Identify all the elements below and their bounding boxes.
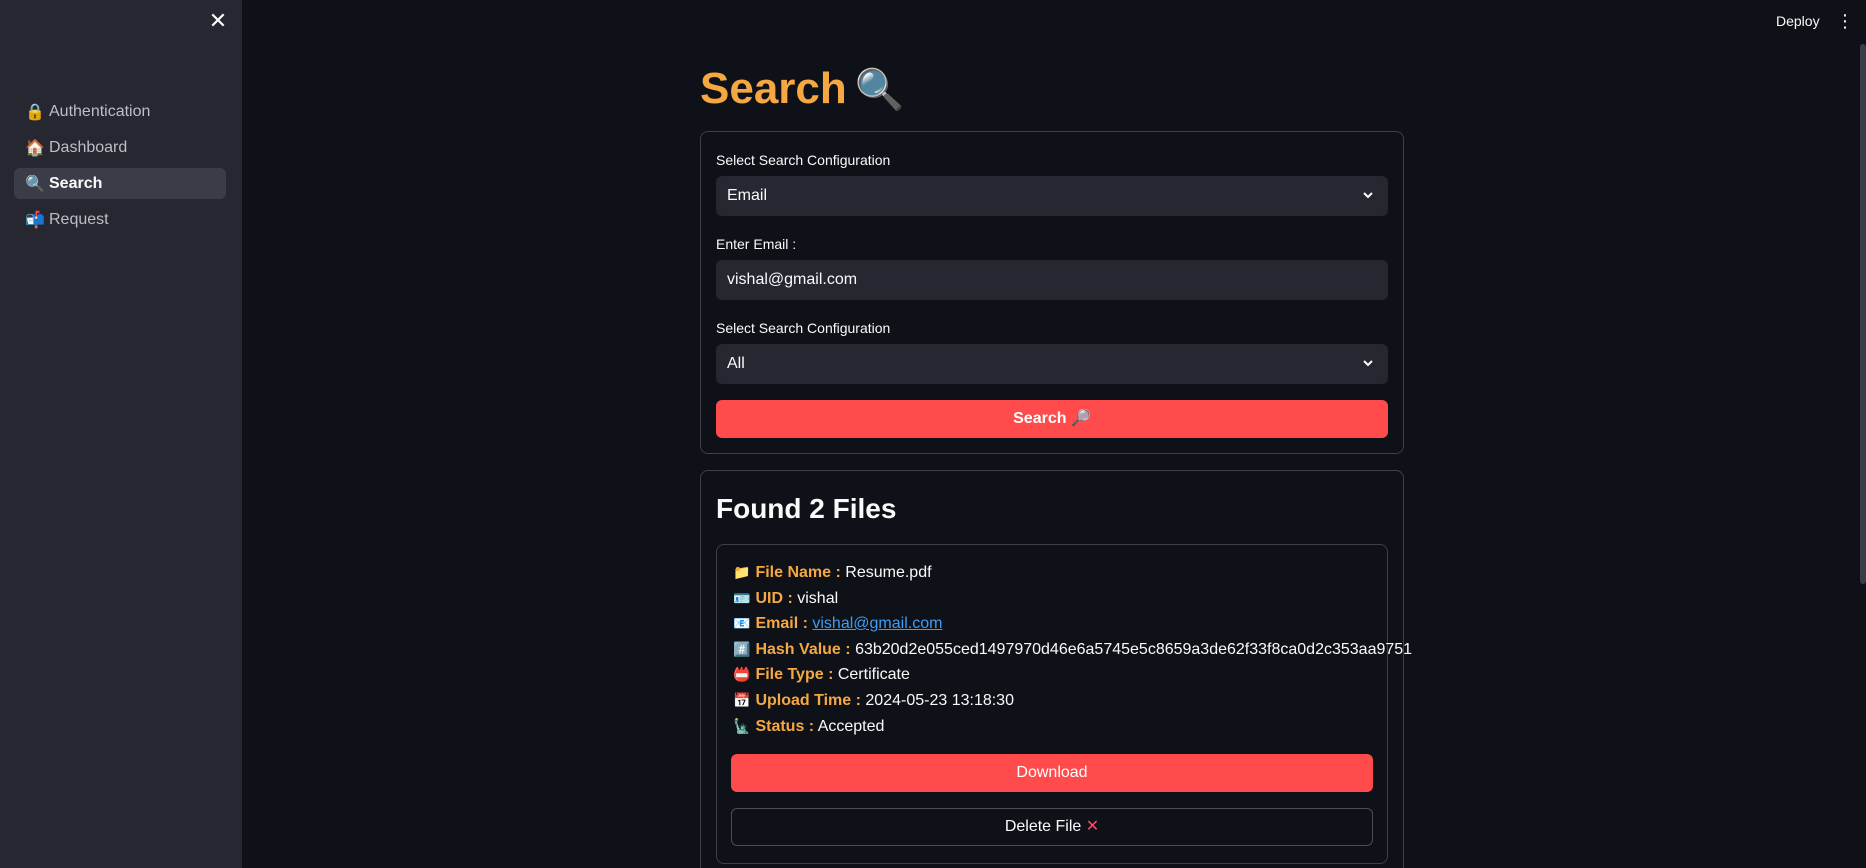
hash-key: Hash Value : [755, 641, 851, 658]
upload-time-key: Upload Time : [755, 692, 861, 709]
email-label: Enter Email : [716, 236, 797, 252]
page-title: Search 🔍 [700, 62, 905, 116]
deploy-button[interactable]: Deploy [1762, 8, 1834, 34]
file-name-value: Resume.pdf [845, 564, 932, 581]
email-row: 📧 Email : vishal@gmail.com [733, 612, 942, 634]
close-sidebar-icon[interactable]: ✕ [207, 10, 229, 32]
search-button[interactable]: Search 🔎 [716, 400, 1388, 438]
search-config-select[interactable]: Email [716, 176, 1388, 216]
id-card-icon: 🪪 [733, 590, 751, 606]
results-title: Found 2 Files [716, 493, 897, 524]
email-link[interactable]: vishal@gmail.com [812, 615, 942, 632]
folder-icon: 📁 [733, 564, 751, 580]
search-config-label: Select Search Configuration [716, 152, 891, 168]
sidebar-item-label: Request [49, 210, 109, 228]
select-value: Email [727, 187, 768, 204]
hash-value: 63b20d2e055ced1497970d46e6a5745e5c8659a3… [855, 641, 1413, 658]
download-button[interactable]: Download [731, 754, 1373, 792]
uid-value: vishal [797, 590, 839, 607]
envelope-icon: 📧 [733, 615, 751, 631]
email-field[interactable]: vishal@gmail.com [716, 260, 1388, 300]
delete-file-button[interactable]: Delete File ✕ [731, 808, 1373, 846]
status-value: Accepted [817, 718, 885, 735]
file-type-key: File Type : [755, 666, 834, 683]
sidebar: ✕ 🔒 Authentication 🏠 Dashboard 🔍 Search … [0, 0, 242, 868]
scrollbar[interactable] [1860, 44, 1866, 584]
sidebar-item-authentication[interactable]: 🔒 Authentication [14, 96, 226, 127]
magnifier-icon: 🔍 [854, 68, 905, 112]
house-icon: 🏠 [25, 139, 45, 157]
cross-mark-icon: ✕ [1085, 818, 1100, 835]
chevron-down-icon [1362, 176, 1374, 216]
select-value: All [727, 355, 745, 372]
status-key: Status : [755, 718, 815, 735]
upload-time-value: 2024-05-23 13:18:30 [865, 692, 1014, 709]
uid-row: 🪪 UID : vishal [733, 587, 838, 609]
sidebar-item-label: Search [49, 174, 103, 192]
sidebar-item-dashboard[interactable]: 🏠 Dashboard [14, 132, 226, 163]
delete-file-label: Delete File [1004, 818, 1082, 835]
email-key: Email : [755, 615, 808, 632]
lock-icon: 🔒 [25, 103, 45, 121]
sidebar-item-request[interactable]: 📬 Request [14, 204, 226, 235]
uid-key: UID : [755, 590, 793, 607]
hash-icon: #️⃣ [733, 641, 751, 657]
certificate-icon: 📛 [733, 666, 751, 682]
upload-time-row: 📅 Upload Time : 2024-05-23 13:18:30 [733, 689, 1014, 711]
sidebar-item-label: Authentication [49, 102, 151, 120]
search-config-panel: Select Search Configuration Email Enter … [700, 131, 1404, 454]
main-menu-icon[interactable]: ⋮ [1836, 8, 1854, 34]
chevron-down-icon [1362, 344, 1374, 384]
file-card: 📁 File Name : Resume.pdf 🪪 UID : vishal … [716, 544, 1412, 864]
mailbox-icon: 📬 [25, 211, 45, 229]
file-name-row: 📁 File Name : Resume.pdf [733, 561, 932, 583]
sidebar-item-label: Dashboard [49, 138, 128, 156]
page-title-text: Search [700, 64, 847, 113]
app-window: ✕ 🔒 Authentication 🏠 Dashboard 🔍 Search … [0, 0, 1866, 868]
hash-row: #️⃣ Hash Value : 63b20d2e055ced1497970d4… [733, 638, 1412, 660]
search-config-label: Select Search Configuration [716, 320, 891, 336]
sidebar-item-search[interactable]: 🔍 Search [14, 168, 226, 199]
magnifier-icon: 🔍 [25, 175, 45, 193]
statue-icon: 🗽 [733, 718, 751, 734]
file-type-value: Certificate [837, 666, 910, 683]
file-name-key: File Name : [755, 564, 841, 581]
file-type-select[interactable]: All [716, 344, 1388, 384]
results-panel: Found 2 Files 📁 File Name : Resume.pdf 🪪… [700, 470, 1412, 868]
calendar-icon: 📅 [733, 692, 751, 708]
status-row: 🗽 Status : Accepted [733, 715, 884, 737]
sidebar-nav: 🔒 Authentication 🏠 Dashboard 🔍 Search 📬 … [14, 96, 226, 240]
file-type-row: 📛 File Type : Certificate [733, 663, 910, 685]
